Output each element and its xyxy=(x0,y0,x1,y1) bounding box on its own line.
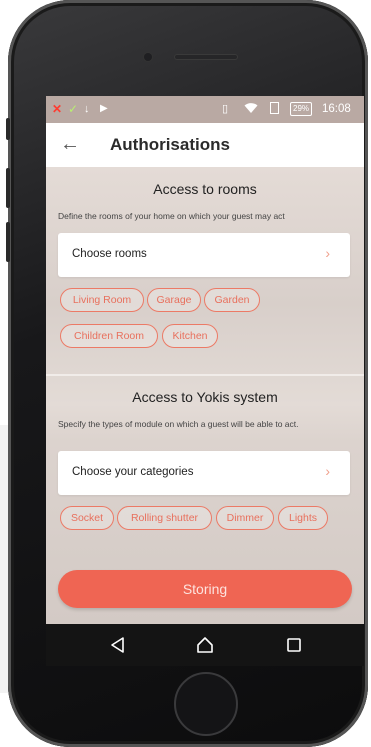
app-bar: ← Authorisations xyxy=(46,123,364,167)
system-section-description: Specify the types of module on which a g… xyxy=(58,419,299,429)
category-chip-dimmer[interactable]: Dimmer xyxy=(216,506,274,530)
choose-rooms-label: Choose rooms xyxy=(72,248,147,260)
room-chip-living-room[interactable]: Living Room xyxy=(60,288,144,312)
authorisations-content[interactable]: Access to rooms Define the rooms of your… xyxy=(46,167,364,624)
phone-frame: ✕ ✓ ↓ ▶ ▯ 29% 16:08 ← Authorisations Acc… xyxy=(6,0,368,747)
download-icon: ↓ xyxy=(84,103,90,115)
storing-button[interactable]: Storing xyxy=(58,570,352,608)
sim-icon xyxy=(270,102,279,118)
chevron-right-icon: › xyxy=(325,463,330,479)
vibrate-icon: ▯ xyxy=(222,103,229,115)
volume-down-button xyxy=(6,222,10,262)
wifi-icon xyxy=(244,102,258,118)
section-divider xyxy=(46,374,364,376)
recents-icon[interactable] xyxy=(284,635,304,655)
home-button[interactable] xyxy=(174,672,238,736)
category-chip-socket[interactable]: Socket xyxy=(60,506,114,530)
check-icon: ✓ xyxy=(68,102,79,116)
play-store-icon: ▶ xyxy=(100,103,108,114)
chevron-right-icon: › xyxy=(325,245,330,261)
rooms-section-title: Access to rooms xyxy=(153,181,257,197)
room-chip-kitchen[interactable]: Kitchen xyxy=(162,324,218,348)
room-chip-garage[interactable]: Garage xyxy=(147,288,201,312)
choose-rooms-selector[interactable]: Choose rooms › xyxy=(58,233,350,277)
earpiece-speaker xyxy=(174,54,238,60)
page-title: Authorisations xyxy=(110,135,230,154)
android-nav-bar xyxy=(46,624,364,666)
battery-indicator: 29% xyxy=(290,102,313,116)
category-chip-rolling-shutter[interactable]: Rolling shutter xyxy=(117,506,212,530)
back-triangle-icon[interactable] xyxy=(108,635,128,655)
rooms-section-description: Define the rooms of your home on which y… xyxy=(58,211,285,221)
front-camera xyxy=(144,53,152,61)
mute-switch xyxy=(6,118,10,140)
system-section-title: Access to Yokis system xyxy=(132,389,278,405)
volume-up-button xyxy=(6,168,10,208)
category-chip-lights[interactable]: Lights xyxy=(278,506,328,530)
room-chip-children-room[interactable]: Children Room xyxy=(60,324,158,348)
choose-categories-label: Choose your categories xyxy=(72,466,194,478)
arrow-left-icon[interactable]: ← xyxy=(60,133,80,155)
clock: 16:08 xyxy=(322,103,351,115)
choose-categories-selector[interactable]: Choose your categories › xyxy=(58,451,350,495)
home-icon[interactable] xyxy=(195,635,215,655)
phone-screen: ✕ ✓ ↓ ▶ ▯ 29% 16:08 ← Authorisations Acc… xyxy=(46,96,364,666)
room-chip-garden[interactable]: Garden xyxy=(204,288,260,312)
status-bar: ✕ ✓ ↓ ▶ ▯ 29% 16:08 xyxy=(46,96,364,123)
close-x-icon: ✕ xyxy=(52,102,63,116)
